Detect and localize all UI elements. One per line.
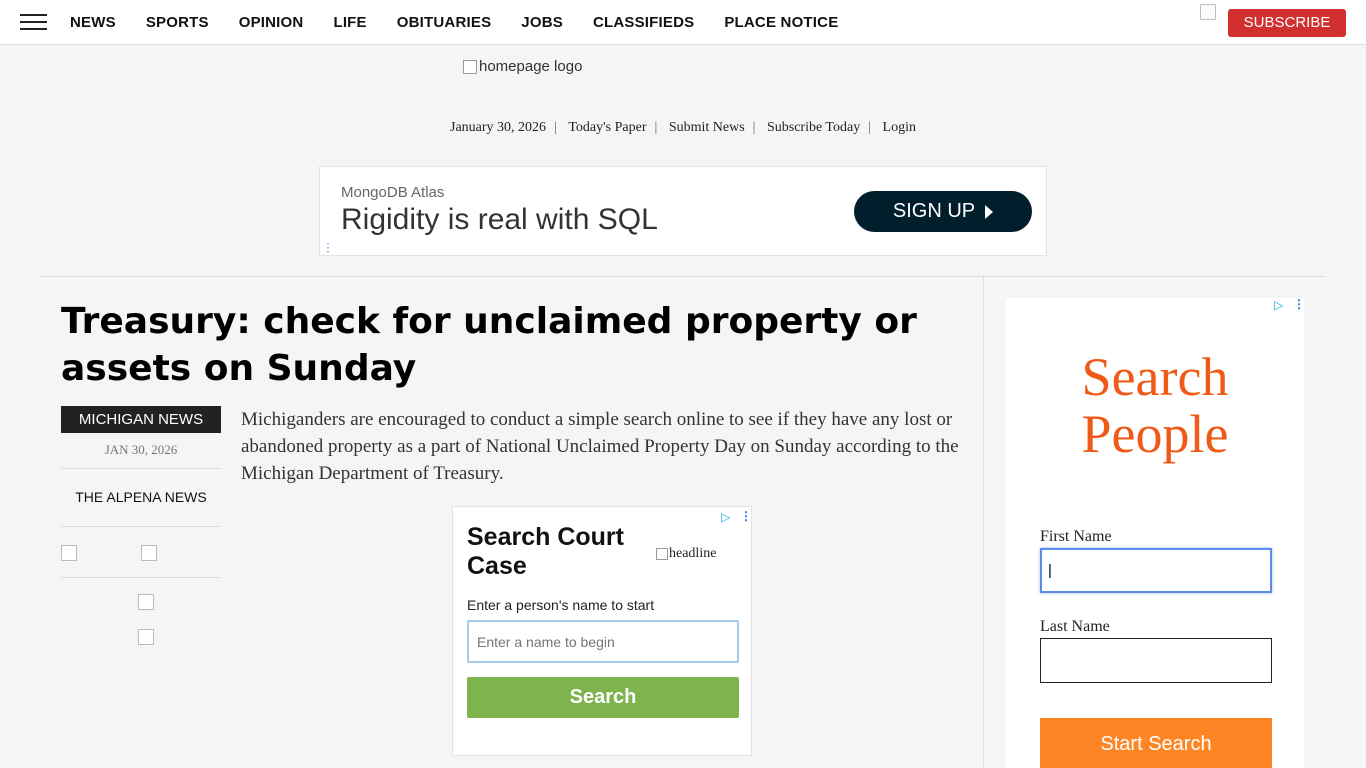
article-source: THE ALPENA NEWS <box>75 489 207 505</box>
nav-link-life[interactable]: LIFE <box>318 14 381 31</box>
article-lede: Michiganders are encouraged to conduct a… <box>241 409 959 484</box>
ad-headline: Rigidity is real with SQL <box>341 203 658 236</box>
subscribe-button[interactable]: SUBSCRIBE <box>1228 9 1346 37</box>
nav-link-news[interactable]: NEWS <box>55 14 131 31</box>
article-title: Treasury: check for unclaimed property o… <box>61 301 917 389</box>
headline-image: headline <box>656 546 716 562</box>
hamburger-menu-icon[interactable] <box>20 14 47 32</box>
people-ad-title: Search People <box>1081 347 1229 464</box>
nav-link-jobs[interactable]: JOBS <box>506 14 578 31</box>
name-search-input[interactable] <box>467 620 739 663</box>
share-twitter-icon[interactable] <box>141 545 157 561</box>
ad-options-icon[interactable]: ⋮ <box>1293 297 1305 311</box>
sign-up-label: SIGN UP <box>892 200 976 222</box>
play-arrow-icon <box>985 204 994 219</box>
submit-news-link[interactable]: Submit News <box>663 120 751 135</box>
top-navigation-bar: NEWS SPORTS OPINION LIFE OBITUARIES JOBS… <box>0 0 1366 45</box>
first-name-label: First Name <box>1040 528 1112 545</box>
main-nav-links: NEWS SPORTS OPINION LIFE OBITUARIES JOBS… <box>55 0 853 45</box>
nav-link-obituaries[interactable]: OBITUARIES <box>382 14 507 31</box>
login-link[interactable]: Login <box>877 120 922 135</box>
subscribe-today-link[interactable]: Subscribe Today <box>761 120 866 135</box>
court-case-search-ad: ▷ ⋮ Search Court Case headline Enter a p… <box>452 506 752 756</box>
start-search-button[interactable]: Start Search <box>1040 718 1272 768</box>
todays-paper-link[interactable]: Today's Paper <box>562 120 652 135</box>
ad-options-icon[interactable]: · · · <box>326 237 330 257</box>
ad-brand: MongoDB Atlas <box>341 184 445 201</box>
broken-image-icon <box>656 548 668 560</box>
headline-alt-text: headline <box>669 546 717 561</box>
divider <box>61 526 221 527</box>
ad-options-icon[interactable]: ⋮ <box>740 509 752 523</box>
masthead-dateline: January 30, 2026 | Today's Paper | Submit … <box>0 120 1366 136</box>
last-name-field[interactable] <box>1040 638 1272 683</box>
mongodb-banner-ad[interactable]: MongoDB Atlas Rigidity is real with SQL … <box>319 166 1047 257</box>
homepage-logo[interactable]: homepage logo <box>463 58 582 75</box>
nav-link-opinion[interactable]: OPINION <box>224 14 319 31</box>
print-icon[interactable] <box>138 594 154 610</box>
share-facebook-icon[interactable] <box>61 545 77 561</box>
broken-image-icon[interactable] <box>1200 4 1216 20</box>
nav-link-sports[interactable]: SPORTS <box>131 14 224 31</box>
adchoices-icon[interactable]: ▷ <box>1274 298 1283 312</box>
current-date: January 30, 2026 <box>450 120 547 135</box>
broken-image-icon <box>463 59 477 74</box>
court-ad-prompt: Enter a person's name to start <box>467 597 655 613</box>
nav-link-classifieds[interactable]: CLASSIFIEDS <box>578 14 709 31</box>
divider <box>61 468 221 469</box>
divider <box>61 577 221 578</box>
last-name-label: Last Name <box>1040 618 1110 635</box>
adchoices-icon[interactable]: ▷ <box>721 510 730 524</box>
section-tag[interactable]: MICHIGAN NEWS <box>61 406 221 433</box>
email-icon[interactable] <box>138 629 154 645</box>
sidebar-divider <box>983 277 984 768</box>
people-search-ad: ▷ ⋮ Search People First Name Last Name S… <box>1006 297 1305 768</box>
logo-alt-text: homepage logo <box>479 58 583 75</box>
nav-link-place-notice[interactable]: PLACE NOTICE <box>709 14 853 31</box>
content-divider <box>41 276 1325 277</box>
first-name-field[interactable] <box>1040 548 1272 593</box>
publish-date: JAN 30, 2026 <box>104 442 178 457</box>
court-search-button[interactable]: Search <box>467 677 739 718</box>
court-ad-title: Search Court Case <box>467 523 624 580</box>
sign-up-button[interactable]: SIGN UP <box>854 191 1032 232</box>
